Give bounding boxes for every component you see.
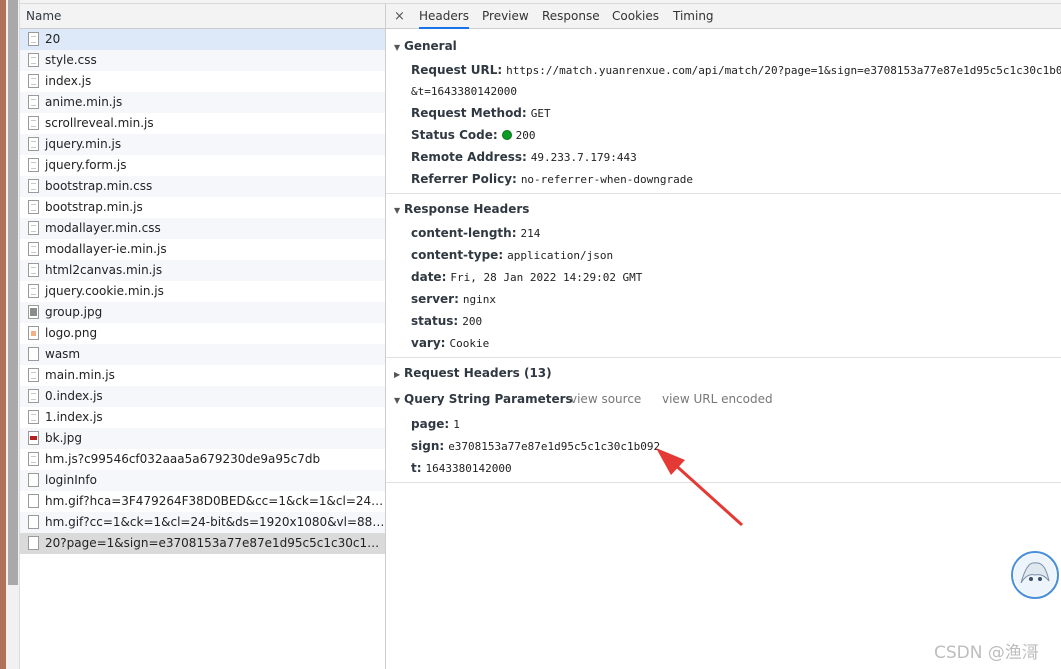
annotation-arrow-icon [656,448,744,527]
avatar[interactable] [1011,551,1059,599]
watermark: CSDN @渔滒 [934,643,1039,663]
